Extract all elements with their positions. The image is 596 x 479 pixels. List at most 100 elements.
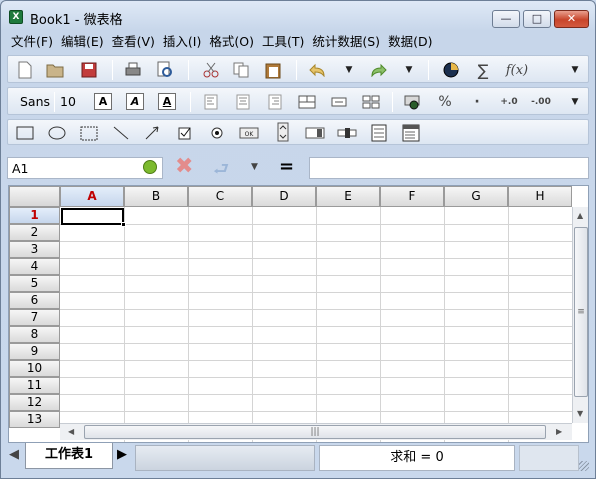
horizontal-scroll-thumb[interactable]: ||| bbox=[84, 425, 546, 439]
row-header-8[interactable]: 8 bbox=[9, 326, 60, 343]
column-header-e[interactable]: E bbox=[316, 186, 380, 207]
cut-icon[interactable] bbox=[200, 60, 222, 80]
sheet-tab-active[interactable]: 工作表1 bbox=[25, 443, 113, 469]
scroll-down-icon[interactable]: ▼ bbox=[577, 409, 583, 418]
menu-data[interactable]: 数据(D) bbox=[384, 32, 436, 52]
toolbar-overflow-icon[interactable]: ▼ bbox=[568, 92, 582, 112]
align-right-icon[interactable] bbox=[264, 92, 286, 112]
frame-tool-icon[interactable] bbox=[78, 123, 100, 143]
menu-statistics[interactable]: 统计数据(S) bbox=[308, 32, 384, 52]
function-dropdown-icon[interactable]: ▼ bbox=[251, 162, 258, 172]
column-header-a[interactable]: A bbox=[60, 186, 124, 207]
previous-sheet-icon[interactable]: ◀ bbox=[9, 447, 19, 462]
cancel-edit-icon[interactable]: ✖ bbox=[175, 156, 193, 178]
vertical-scrollbar[interactable]: ▲ ≡ ▼ bbox=[572, 207, 588, 423]
menu-view[interactable]: 查看(V) bbox=[108, 32, 159, 52]
merge-cells-icon[interactable] bbox=[296, 92, 318, 112]
ellipse-tool-icon[interactable] bbox=[46, 123, 68, 143]
print-icon[interactable] bbox=[122, 60, 144, 80]
fill-handle[interactable] bbox=[121, 222, 126, 227]
row-header-5[interactable]: 5 bbox=[9, 275, 60, 292]
italic-button[interactable]: A bbox=[126, 93, 144, 110]
column-header-d[interactable]: D bbox=[252, 186, 316, 207]
accept-edit-icon[interactable]: ⮐ bbox=[213, 157, 229, 187]
row-header-10[interactable]: 10 bbox=[9, 360, 60, 377]
row-header-7[interactable]: 7 bbox=[9, 309, 60, 326]
bold-button[interactable]: A bbox=[94, 93, 112, 110]
arrow-tool-icon[interactable] bbox=[142, 123, 164, 143]
spinner-tool-icon[interactable] bbox=[272, 122, 294, 142]
save-icon[interactable] bbox=[78, 60, 100, 80]
horizontal-scrollbar[interactable]: ◀ ||| ▶ bbox=[60, 423, 572, 440]
vertical-scroll-thumb[interactable]: ≡ bbox=[574, 227, 588, 397]
open-folder-icon[interactable] bbox=[44, 60, 66, 80]
underline-button[interactable]: A bbox=[158, 93, 176, 110]
menu-file[interactable]: 文件(F) bbox=[7, 32, 57, 52]
resize-grip-icon[interactable] bbox=[579, 461, 589, 471]
row-header-4[interactable]: 4 bbox=[9, 258, 60, 275]
column-header-f[interactable]: F bbox=[380, 186, 444, 207]
undo-dropdown-icon[interactable]: ▼ bbox=[342, 60, 356, 80]
print-preview-icon[interactable] bbox=[154, 60, 176, 80]
cell-reference-input[interactable]: A1 bbox=[7, 157, 163, 179]
redo-icon[interactable] bbox=[368, 60, 390, 80]
align-left-icon[interactable] bbox=[200, 92, 222, 112]
insert-chart-icon[interactable] bbox=[440, 60, 462, 80]
menu-format[interactable]: 格式(O) bbox=[205, 32, 258, 52]
sum-icon[interactable]: ∑ bbox=[472, 60, 494, 80]
row-header-2[interactable]: 2 bbox=[9, 224, 60, 241]
row-header-11[interactable]: 11 bbox=[9, 377, 60, 394]
close-button[interactable]: ✕ bbox=[554, 10, 589, 28]
active-cell-a1[interactable] bbox=[61, 208, 124, 225]
new-file-icon[interactable] bbox=[14, 60, 36, 80]
row-header-13[interactable]: 13 bbox=[9, 411, 60, 428]
formula-input[interactable] bbox=[309, 157, 589, 179]
menu-insert[interactable]: 插入(I) bbox=[159, 32, 205, 52]
spreadsheet-grid[interactable]: A B C D E F G H 1 2 3 4 5 6 7 8 9 10 11 … bbox=[8, 185, 589, 443]
menu-tools[interactable]: 工具(T) bbox=[258, 32, 308, 52]
rectangle-tool-icon[interactable] bbox=[14, 123, 36, 143]
select-all-corner[interactable] bbox=[9, 186, 60, 207]
row-header-6[interactable]: 6 bbox=[9, 292, 60, 309]
scroll-up-icon[interactable]: ▲ bbox=[577, 211, 583, 220]
scroll-right-icon[interactable]: ▶ bbox=[556, 427, 562, 436]
thousands-format-icon[interactable]: · bbox=[466, 92, 488, 112]
row-header-9[interactable]: 9 bbox=[9, 343, 60, 360]
increase-decimals-icon[interactable]: +.0 bbox=[498, 92, 520, 112]
column-header-h[interactable]: H bbox=[508, 186, 572, 207]
maximize-button[interactable]: □ bbox=[523, 10, 551, 28]
undo-icon[interactable] bbox=[306, 60, 328, 80]
toolbar-overflow-icon[interactable]: ▼ bbox=[568, 60, 582, 80]
redo-dropdown-icon[interactable]: ▼ bbox=[402, 60, 416, 80]
currency-format-icon[interactable] bbox=[402, 92, 424, 112]
row-header-3[interactable]: 3 bbox=[9, 241, 60, 258]
combo-tool-icon[interactable] bbox=[400, 123, 422, 143]
center-across-icon[interactable] bbox=[328, 92, 350, 112]
checkbox-tool-icon[interactable] bbox=[174, 123, 196, 143]
equals-button[interactable]: = bbox=[279, 156, 294, 177]
decrease-decimals-icon[interactable]: -.00 bbox=[530, 92, 552, 112]
row-header-1[interactable]: 1 bbox=[9, 207, 60, 224]
function-icon[interactable]: f(x) bbox=[504, 60, 530, 80]
scroll-left-icon[interactable]: ◀ bbox=[68, 427, 74, 436]
menu-edit[interactable]: 编辑(E) bbox=[57, 32, 108, 52]
font-name-select[interactable]: Sans bbox=[20, 94, 50, 109]
column-header-b[interactable]: B bbox=[124, 186, 188, 207]
paste-icon[interactable] bbox=[262, 60, 284, 80]
split-cells-icon[interactable] bbox=[360, 92, 382, 112]
minimize-button[interactable]: — bbox=[492, 10, 520, 28]
list-tool-icon[interactable] bbox=[368, 123, 390, 143]
font-size-select[interactable]: 10 bbox=[60, 94, 76, 109]
go-to-icon[interactable] bbox=[143, 160, 157, 174]
next-sheet-icon[interactable]: ▶ bbox=[117, 447, 127, 462]
column-header-g[interactable]: G bbox=[444, 186, 508, 207]
scrollbar-tool-icon[interactable] bbox=[304, 123, 326, 143]
radio-button-tool-icon[interactable] bbox=[206, 123, 228, 143]
copy-icon[interactable] bbox=[230, 60, 252, 80]
column-header-c[interactable]: C bbox=[188, 186, 252, 207]
row-header-12[interactable]: 12 bbox=[9, 394, 60, 411]
line-tool-icon[interactable] bbox=[110, 123, 132, 143]
percent-format-icon[interactable]: % bbox=[434, 92, 456, 112]
slider-tool-icon[interactable] bbox=[336, 123, 358, 143]
button-tool-icon[interactable]: OK bbox=[238, 123, 260, 143]
